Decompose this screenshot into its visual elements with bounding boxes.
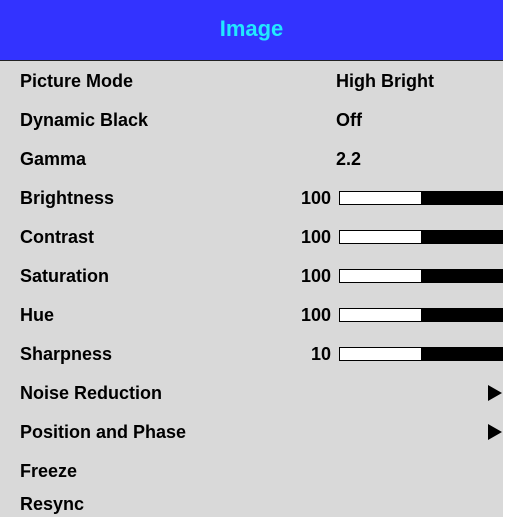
resync-label: Resync: [20, 494, 85, 514]
picture-mode-value: High Bright: [336, 71, 434, 91]
menu-item-freeze[interactable]: Freeze: [0, 452, 503, 490]
freeze-label: Freeze: [20, 461, 78, 481]
gamma-label: Gamma: [20, 149, 87, 169]
menu-item-hue[interactable]: Hue 100: [0, 296, 503, 334]
saturation-slider-fill: [421, 270, 502, 282]
brightness-slider-fill: [421, 192, 502, 204]
picture-mode-label: Picture Mode: [20, 71, 134, 91]
menu-item-contrast[interactable]: Contrast 100: [0, 218, 503, 256]
menu-item-saturation[interactable]: Saturation 100: [0, 257, 503, 295]
sharpness-label: Sharpness: [20, 344, 113, 364]
menu-item-gamma[interactable]: Gamma 2.2: [0, 140, 503, 178]
submenu-arrow-icon[interactable]: [488, 424, 502, 440]
menu-item-brightness[interactable]: Brightness 100: [0, 179, 503, 217]
image-menu-panel: Image Picture Mode High Bright Dynamic B…: [0, 0, 503, 517]
noise-reduction-label: Noise Reduction: [20, 383, 163, 403]
sharpness-slider-fill: [421, 348, 502, 360]
contrast-slider[interactable]: [339, 230, 503, 244]
contrast-value: 100: [300, 227, 331, 247]
hue-label: Hue: [20, 305, 55, 325]
menu-item-position-and-phase[interactable]: Position and Phase: [0, 413, 503, 451]
hue-slider[interactable]: [339, 308, 503, 322]
brightness-slider[interactable]: [339, 191, 503, 205]
menu-header: Image: [0, 0, 503, 61]
saturation-label: Saturation: [20, 266, 110, 286]
position-and-phase-label: Position and Phase: [20, 422, 187, 442]
sharpness-value: 10: [310, 344, 331, 364]
gamma-value: 2.2: [336, 149, 362, 169]
dynamic-black-label: Dynamic Black: [20, 110, 149, 130]
saturation-value: 100: [300, 266, 331, 286]
menu-item-noise-reduction[interactable]: Noise Reduction: [0, 374, 503, 412]
menu-item-resync[interactable]: Resync: [0, 491, 503, 517]
brightness-value: 100: [300, 188, 331, 208]
brightness-label: Brightness: [20, 188, 115, 208]
menu-item-sharpness[interactable]: Sharpness 10: [0, 335, 503, 373]
dynamic-black-value: Off: [336, 110, 362, 130]
submenu-arrow-icon[interactable]: [488, 385, 502, 401]
menu-item-picture-mode[interactable]: Picture Mode High Bright: [0, 62, 503, 100]
contrast-slider-fill: [421, 231, 502, 243]
hue-value: 100: [300, 305, 331, 325]
menu-item-dynamic-black[interactable]: Dynamic Black Off: [0, 101, 503, 139]
contrast-label: Contrast: [20, 227, 95, 247]
menu-title: Image: [219, 16, 284, 41]
sharpness-slider[interactable]: [339, 347, 503, 361]
saturation-slider[interactable]: [339, 269, 503, 283]
hue-slider-fill: [421, 309, 502, 321]
